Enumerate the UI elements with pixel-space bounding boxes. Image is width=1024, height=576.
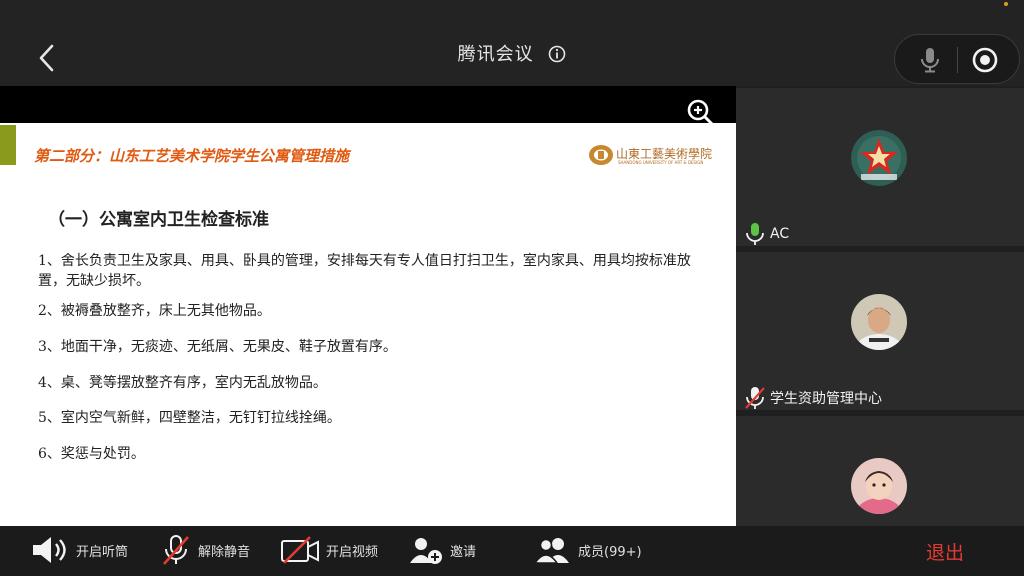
members-button[interactable]: 成员(99+) — [534, 534, 642, 566]
participant-name: 学生资助管理中心 — [770, 391, 882, 407]
invite-label: 邀请 — [450, 544, 477, 560]
microphone-button[interactable] — [917, 46, 943, 78]
microphone-active-icon — [746, 223, 764, 245]
microphone-muted-icon — [745, 387, 765, 409]
avatar — [851, 458, 907, 514]
unmute-button[interactable]: 解除静音 — [160, 534, 250, 566]
slide-item-3: 3、地面干净，无痰迹、无纸屑、无果皮、鞋子放置有序。 — [38, 339, 397, 355]
slide-item-1: 1、舍长负责卫生及家具、用具、卧具的管理，安排每天有专人值日打扫卫生，室内家具、… — [38, 253, 691, 289]
avatar — [851, 294, 907, 350]
video-off-icon — [281, 536, 319, 564]
info-icon[interactable] — [548, 45, 566, 68]
speaker-label: 开启听筒 — [76, 544, 129, 560]
speaker-icon — [33, 537, 66, 563]
red-star-badge-avatar — [851, 130, 907, 186]
person-photo-avatar — [851, 294, 907, 350]
add-user-icon — [410, 538, 442, 564]
bottom-toolbar: 开启听筒 解除静音 开启视频 邀请 成员(99+) 退出 — [0, 526, 1024, 576]
slide-item-4: 4、桌、凳等摆放整齐有序，室内无乱放物品。 — [38, 375, 327, 391]
slide-item-6: 6、奖惩与处罚。 — [38, 446, 145, 462]
child-photo-avatar — [851, 458, 907, 514]
pill-divider — [957, 47, 958, 73]
members-label: 成员(99+) — [578, 544, 642, 560]
meeting-app: 腾讯会议 第二部分：山东工艺美术学院学生公寓管理措施 山東工藝美術學院 SHAN… — [0, 0, 1024, 576]
logo-english-text: SHANDONG UNIVERSITY OF ART & DESIGN — [618, 160, 704, 165]
top-bar: 腾讯会议 — [0, 0, 1024, 86]
microphone-icon — [921, 48, 939, 73]
participant-name-row: AC — [744, 222, 789, 246]
participant-tile[interactable]: 学生资助管理中心 — [736, 252, 1024, 410]
speaker-button[interactable]: 开启听筒 — [30, 534, 128, 566]
audio-record-pill — [894, 34, 1020, 84]
record-icon — [972, 47, 998, 73]
slide-accent-bar — [0, 125, 16, 165]
title-area: 腾讯会议 — [0, 40, 1024, 68]
slide-heading: （一）公寓室内卫生检查标准 — [48, 210, 269, 230]
members-icon — [534, 538, 569, 564]
meeting-title: 腾讯会议 — [457, 44, 534, 65]
video-button[interactable]: 开启视频 — [280, 534, 378, 566]
participant-name-row: 学生资助管理中心 — [744, 386, 882, 410]
record-button[interactable] — [971, 46, 999, 78]
presentation-slide: 第二部分：山东工艺美术学院学生公寓管理措施 山東工藝美術學院 SHANDONG … — [0, 123, 736, 526]
video-label: 开启视频 — [326, 544, 379, 560]
participant-name: AC — [770, 226, 790, 242]
school-emblem-icon — [589, 145, 613, 165]
invite-button[interactable]: 邀请 — [408, 534, 476, 566]
participant-tile[interactable]: AC — [736, 88, 1024, 246]
participant-tile[interactable] — [736, 416, 1024, 526]
slide-header: 第二部分：山东工艺美术学院学生公寓管理措施 — [34, 147, 350, 165]
slide-item-5: 5、室内空气新鲜，四壁整洁，无钉钉拉线拴绳。 — [38, 410, 341, 426]
avatar — [851, 130, 907, 186]
slide-item-2: 2、被褥叠放整齐，床上无其他物品。 — [38, 303, 271, 319]
exit-button[interactable]: 退出 — [926, 538, 964, 565]
microphone-muted-icon — [163, 535, 189, 565]
status-dot — [1004, 2, 1008, 6]
school-logo: 山東工藝美術學院 SHANDONG UNIVERSITY OF ART & DE… — [588, 143, 728, 169]
unmute-label: 解除静音 — [198, 544, 251, 560]
